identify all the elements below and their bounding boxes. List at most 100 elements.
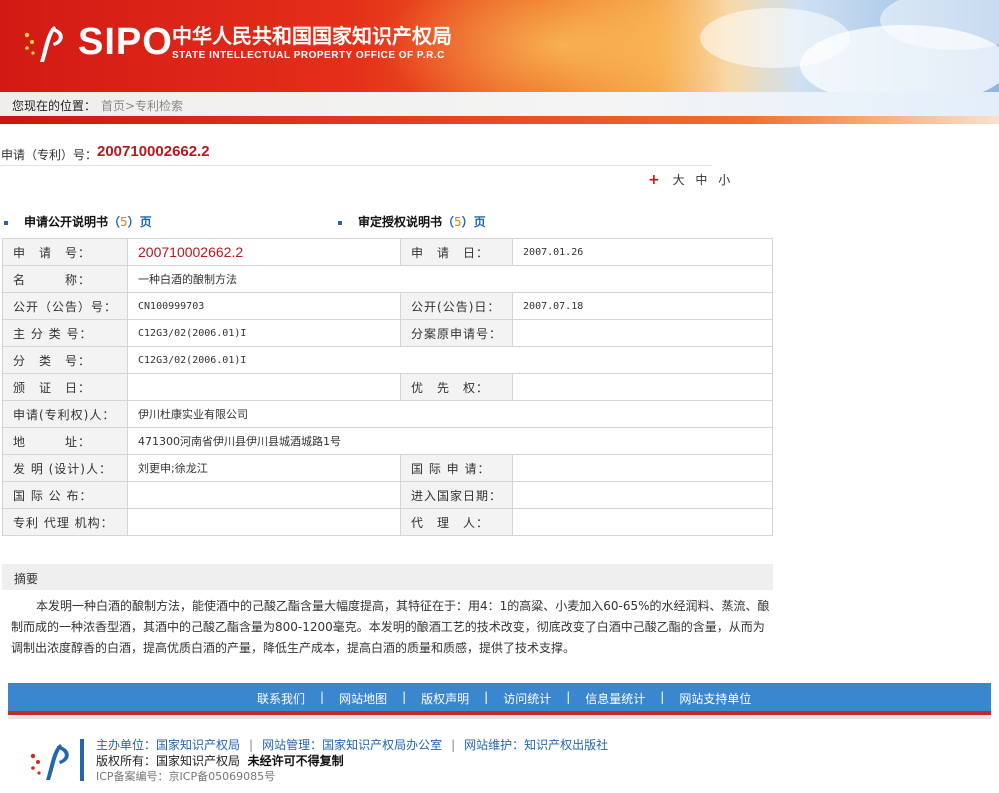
classification: C12G3/02(2006.01)I (127, 346, 773, 374)
table-row: 主 分 类 号： C12G3/02(2006.01)I 分案原申请号： (1, 319, 773, 347)
font-size-medium-button[interactable]: 中 (695, 173, 707, 187)
footer-maintenance[interactable]: 网站维护：知识产权出版社 (464, 738, 608, 752)
paren-open: （ (442, 215, 455, 229)
publication-document-label: 申请公开说明书 (24, 215, 109, 229)
table-row: 发 明 (设计)人： 刘更申;徐龙江 国 际 申 请： (1, 454, 773, 482)
publication-number-label: 公开（公告）号： (1, 292, 129, 320)
paren-close: ） (127, 215, 140, 229)
divider (0, 165, 712, 166)
nav-separator: | (660, 690, 665, 704)
abstract-heading: 摘要 (14, 572, 39, 586)
nav-separator: | (402, 690, 407, 704)
inventor: 刘更申;徐龙江 (127, 454, 402, 482)
footer-link-info-stats[interactable]: 信息量统计 (585, 690, 645, 707)
page-count: 5 (120, 215, 128, 229)
inventor-label: 发 明 (设计)人： (1, 454, 129, 482)
nav-separator: | (320, 690, 325, 704)
grant-document-link[interactable]: 审定授权说明书（5）页 (338, 213, 486, 230)
sipo-footer-logo-icon (30, 744, 69, 780)
publication-document-link[interactable]: 申请公开说明书（5）页 (4, 213, 152, 230)
certificate-date-label: 颁 证 日： (1, 373, 129, 401)
intl-application-label: 国 际 申 请： (400, 454, 514, 482)
abstract-header: 摘要 (2, 564, 773, 590)
patent-agency (127, 508, 402, 536)
divisional (512, 319, 773, 347)
font-size-large-button[interactable]: 大 (673, 173, 685, 187)
font-size-control: + 大 中 小 (648, 171, 730, 188)
footer-separator: | (451, 738, 456, 752)
footer-admin[interactable]: 网站管理：国家知识产权局办公室 (262, 738, 442, 752)
title-label: 名 称： (1, 265, 129, 293)
patent-agency-label: 专利 代理 机构： (1, 508, 129, 536)
certificate-date (127, 373, 402, 401)
font-size-small-button[interactable]: 小 (718, 173, 730, 187)
grant-document-label: 审定授权说明书 (358, 215, 443, 229)
footer-separator: | (249, 738, 254, 752)
application-date: 2007.01.26 (512, 238, 773, 266)
footer-link-visit-stats[interactable]: 访问统计 (503, 690, 551, 707)
footer-link-sitemap[interactable]: 网站地图 (339, 690, 387, 707)
table-row: 申请(专利权)人： 伊川杜康实业有限公司 (1, 400, 773, 428)
patent-title: 一种白酒的酿制方法 (127, 265, 773, 293)
table-row: 国 际 公 布： 进入国家日期： (1, 481, 773, 509)
agent-label: 代 理 人： (400, 508, 514, 536)
application-number-field: 200710002662.2 (127, 238, 402, 266)
footer-no-copy: 未经许可不得复制 (247, 754, 344, 768)
header-banner: SIPO 中华人民共和国国家知识产权局 STATE INTELLECTUAL P… (0, 0, 999, 92)
plus-icon: + (648, 172, 660, 188)
bullet-icon (4, 220, 8, 225)
sipo-logo-text: SIPO (78, 21, 173, 63)
footer-host[interactable]: 主办单位：国家知识产权局 (96, 738, 240, 752)
national-entry-date-label: 进入国家日期： (400, 481, 514, 509)
page-unit: 页 (139, 215, 152, 229)
breadcrumb-label: 您现在的位置： (12, 99, 97, 113)
table-row: 地 址： 471300河南省伊川县伊川县城酒城路1号 (1, 427, 773, 455)
main-class: C12G3/02(2006.01)I (127, 319, 402, 347)
bullet-icon (338, 220, 342, 225)
applicant: 伊川杜康实业有限公司 (127, 400, 773, 428)
table-row: 颁 证 日： 优 先 权： (1, 373, 773, 401)
classification-label: 分 类 号： (1, 346, 129, 374)
table-row: 名 称： 一种白酒的酿制方法 (1, 265, 773, 293)
footer-link-contact[interactable]: 联系我们 (257, 690, 305, 707)
intl-publication-label: 国 际 公 布： (1, 481, 129, 509)
table-row: 公开（公告）号： CN100999703 公开(公告)日： 2007.07.18 (1, 292, 773, 320)
intl-application (512, 454, 773, 482)
national-entry-date (512, 481, 773, 509)
footer-icp: ICP备案编号：京ICP备05069085号 (96, 770, 276, 783)
footer-org-line: 主办单位：国家知识产权局 | 网站管理：国家知识产权局办公室 | 网站维护：知识产权出版… (96, 736, 608, 753)
address: 471300河南省伊川县伊川县城酒城路1号 (127, 427, 773, 455)
application-number-label: 申请（专利）号： (1, 148, 98, 162)
page-unit: 页 (473, 215, 486, 229)
footer-link-copyright[interactable]: 版权声明 (421, 690, 469, 707)
nav-separator: | (566, 690, 571, 704)
sipo-logo-icon (24, 26, 63, 62)
table-row: 分 类 号： C12G3/02(2006.01)I (1, 346, 773, 374)
paren-close: ） (461, 215, 474, 229)
nav-separator: | (484, 690, 489, 704)
publication-date: 2007.07.18 (512, 292, 773, 320)
footer-nav: 联系我们 | 网站地图 | 版权声明 | 访问统计 | 信息量统计 | 网站支持… (8, 683, 991, 711)
priority-label: 优 先 权： (400, 373, 514, 401)
publication-number: CN100999703 (127, 292, 402, 320)
table-row: 专利 代理 机构： 代 理 人： (1, 508, 773, 536)
breadcrumb-divider (0, 116, 999, 124)
footer-copyright-line: 版权所有：国家知识产权局 未经许可不得复制 (96, 752, 344, 769)
footer-link-supporters[interactable]: 网站支持单位 (679, 690, 751, 707)
patent-info-table: 申 请 号： 200710002662.2 申 请 日： 2007.01.26 … (1, 238, 773, 536)
priority (512, 373, 773, 401)
applicant-label: 申请(专利权)人： (1, 400, 129, 428)
site-title-en: STATE INTELLECTUAL PROPERTY OFFICE OF P.… (172, 50, 445, 61)
publication-date-label: 公开(公告)日： (400, 292, 514, 320)
page-count: 5 (454, 215, 462, 229)
agent (512, 508, 773, 536)
table-row: 申 请 号： 200710002662.2 申 请 日： 2007.01.26 (1, 238, 773, 266)
application-number-field-label: 申 请 号： (1, 238, 129, 266)
paren-open: （ (108, 215, 121, 229)
breadcrumb-path[interactable]: 首页>专利检索 (101, 97, 183, 114)
application-number: 200710002662.2 (97, 143, 210, 160)
divisional-label: 分案原申请号： (400, 319, 514, 347)
main-class-label: 主 分 类 号： (1, 319, 129, 347)
intl-publication (127, 481, 402, 509)
application-date-label: 申 请 日： (400, 238, 514, 266)
